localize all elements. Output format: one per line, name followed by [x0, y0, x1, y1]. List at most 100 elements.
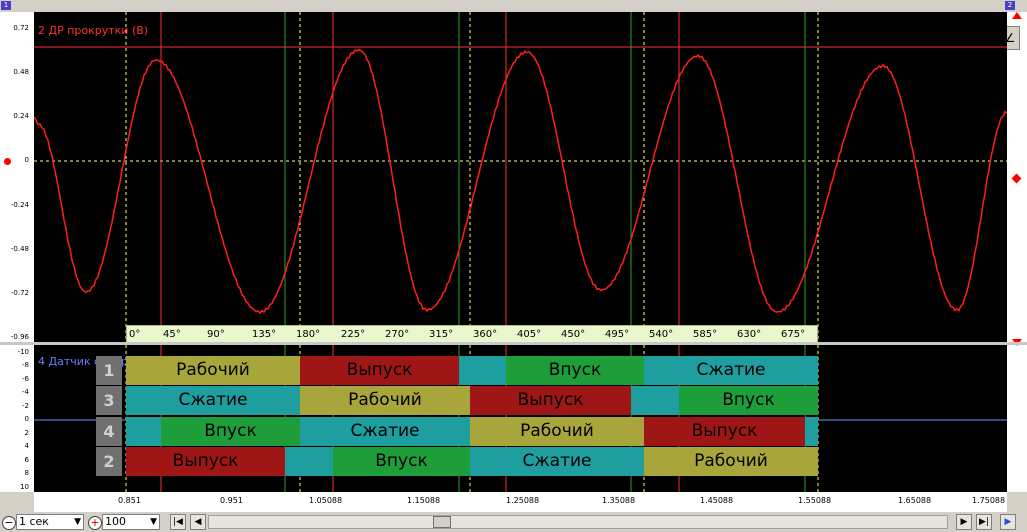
- time-per-div-value: 1 сек: [19, 515, 49, 528]
- y-tick: -0.24: [10, 201, 29, 209]
- y-tick: -2: [22, 402, 29, 410]
- channel1-trace: [34, 48, 1007, 315]
- angle-label: 405°: [517, 329, 542, 340]
- x-tick: 0.851: [118, 496, 141, 505]
- angle-label: 90°: [207, 329, 225, 340]
- stroke-cell: Рабочий: [470, 417, 644, 446]
- go-end-button[interactable]: ▶|: [976, 514, 992, 530]
- x-tick: 1.35088: [602, 496, 636, 505]
- angle-label: 315°: [429, 329, 454, 340]
- y-axis: 0.72 0.48 0.24 0 -0.24 -0.48 -0.72 -0.96…: [0, 12, 34, 492]
- channel1-label: 2 ДР прокрутки (В): [38, 24, 149, 37]
- top-bar: 1 2: [0, 0, 1027, 12]
- cylinder-number: 3: [96, 386, 122, 415]
- stroke-cell: [285, 447, 333, 476]
- stroke-cell: Впуск: [506, 356, 644, 385]
- stroke-cell: [631, 386, 679, 415]
- y-tick: -4: [22, 388, 29, 396]
- marker-left[interactable]: 1: [1, 1, 11, 10]
- time-per-div-select[interactable]: 1 сек ▼: [16, 514, 84, 530]
- y-tick: 0.24: [13, 112, 29, 120]
- stroke-cell: Выпуск: [644, 417, 805, 446]
- scrollbar-thumb[interactable]: [433, 516, 451, 528]
- scroll-right-button[interactable]: ▶: [956, 514, 972, 530]
- stroke-cell: Впуск: [161, 417, 300, 446]
- angle-label: 540°: [649, 329, 674, 340]
- angle-label: 270°: [385, 329, 410, 340]
- cylinder-number: 4: [96, 417, 122, 446]
- zoom-out-time-icon[interactable]: −: [2, 516, 16, 530]
- stroke-cell: [805, 417, 818, 446]
- x-tick: 1.25088: [506, 496, 540, 505]
- y-tick: -8: [22, 361, 29, 369]
- marker-right[interactable]: 2: [1005, 1, 1015, 10]
- stroke-cell: [459, 356, 506, 385]
- angle-label: 450°: [561, 329, 586, 340]
- cylinder-number: 2: [96, 447, 122, 476]
- right-scale-bar: ∠: [1000, 12, 1027, 492]
- angle-label: 0°: [129, 329, 141, 340]
- x-tick: 1.45088: [700, 496, 734, 505]
- angle-label: 180°: [296, 329, 321, 340]
- angle-label: 225°: [341, 329, 366, 340]
- y-tick: 2: [24, 429, 29, 437]
- y-tick: 0.48: [13, 68, 29, 76]
- x-tick: 1.55088: [798, 496, 832, 505]
- y-tick: 0: [24, 415, 29, 423]
- stroke-cell: [126, 417, 161, 446]
- stroke-cell: Рабочий: [300, 386, 470, 415]
- x-axis: 0.851 0.951 1.05088 1.15088 1.25088 1.35…: [34, 492, 1007, 512]
- angle-label: 135°: [252, 329, 277, 340]
- channel1-offset-handle[interactable]: [4, 158, 11, 165]
- stroke-cell: Выпуск: [470, 386, 631, 415]
- stroke-cell: Впуск: [333, 447, 470, 476]
- scroll-up-marker-icon[interactable]: [1012, 12, 1022, 19]
- stroke-cell: Сжатие: [470, 447, 644, 476]
- y-tick: 10: [20, 483, 29, 491]
- chevron-down-icon: ▼: [150, 517, 157, 527]
- channel1-svg: [34, 12, 1007, 342]
- y-tick: 8: [24, 469, 29, 477]
- angle-label: 675°: [781, 329, 806, 340]
- x-tick: 1.05088: [309, 496, 343, 505]
- crank-angle-scale: 0° 45° 90° 135° 180° 225° 270° 315° 360°…: [126, 325, 818, 343]
- stroke-cell: Рабочий: [126, 356, 300, 385]
- go-start-button[interactable]: |◀: [170, 514, 186, 530]
- stroke-cell: Выпуск: [300, 356, 459, 385]
- x-tick: 1.65088: [898, 496, 932, 505]
- x-tick: 0.951: [220, 496, 243, 505]
- stroke-cell: Сжатие: [300, 417, 470, 446]
- y-tick: 6: [24, 456, 29, 464]
- y-tick: -0.96: [10, 333, 29, 341]
- stroke-cell: Сжатие: [644, 356, 818, 385]
- stroke-cell: Впуск: [679, 386, 818, 415]
- zoom-value: 100: [105, 515, 126, 528]
- y-tick: -0.48: [10, 245, 29, 253]
- x-tick: 1.75088: [972, 496, 1006, 505]
- stroke-cell: Рабочий: [644, 447, 818, 476]
- scroll-left-button[interactable]: ◀: [190, 514, 206, 530]
- y-tick: 4: [24, 442, 29, 450]
- sync-markers: [125, 12, 819, 342]
- trigger-level-marker-icon[interactable]: [1011, 173, 1022, 184]
- stroke-cell: Выпуск: [126, 447, 285, 476]
- y-tick: 0.72: [13, 24, 29, 32]
- angle-label: 45°: [163, 329, 181, 340]
- zoom-select[interactable]: 100 ▼: [102, 514, 160, 530]
- zoom-in-icon[interactable]: +: [88, 516, 102, 530]
- bottom-toolbar: − 1 сек ▼ + 100 ▼ |◀ ◀ ▶ ▶| ▶: [0, 512, 1027, 532]
- play-button[interactable]: ▶: [1000, 514, 1016, 530]
- channel2-plot[interactable]: 4 Датчик синхронизации (В) 1РабочийВыпус…: [34, 345, 1007, 492]
- cylinder-number: 1: [96, 356, 122, 385]
- chevron-down-icon: ▼: [74, 517, 81, 527]
- stroke-cell: Сжатие: [126, 386, 300, 415]
- horizontal-scrollbar[interactable]: [208, 515, 948, 529]
- angle-label: 585°: [693, 329, 718, 340]
- y-tick: -10: [17, 348, 29, 356]
- channel1-plot[interactable]: 2 ДР прокрутки (В) 0° 45° 90° 135° 180° …: [34, 12, 1007, 343]
- y-tick: -6: [22, 375, 29, 383]
- y-tick: -0.72: [10, 289, 29, 297]
- x-tick: 1.15088: [407, 496, 441, 505]
- angle-label: 360°: [473, 329, 498, 340]
- angle-label: 630°: [737, 329, 762, 340]
